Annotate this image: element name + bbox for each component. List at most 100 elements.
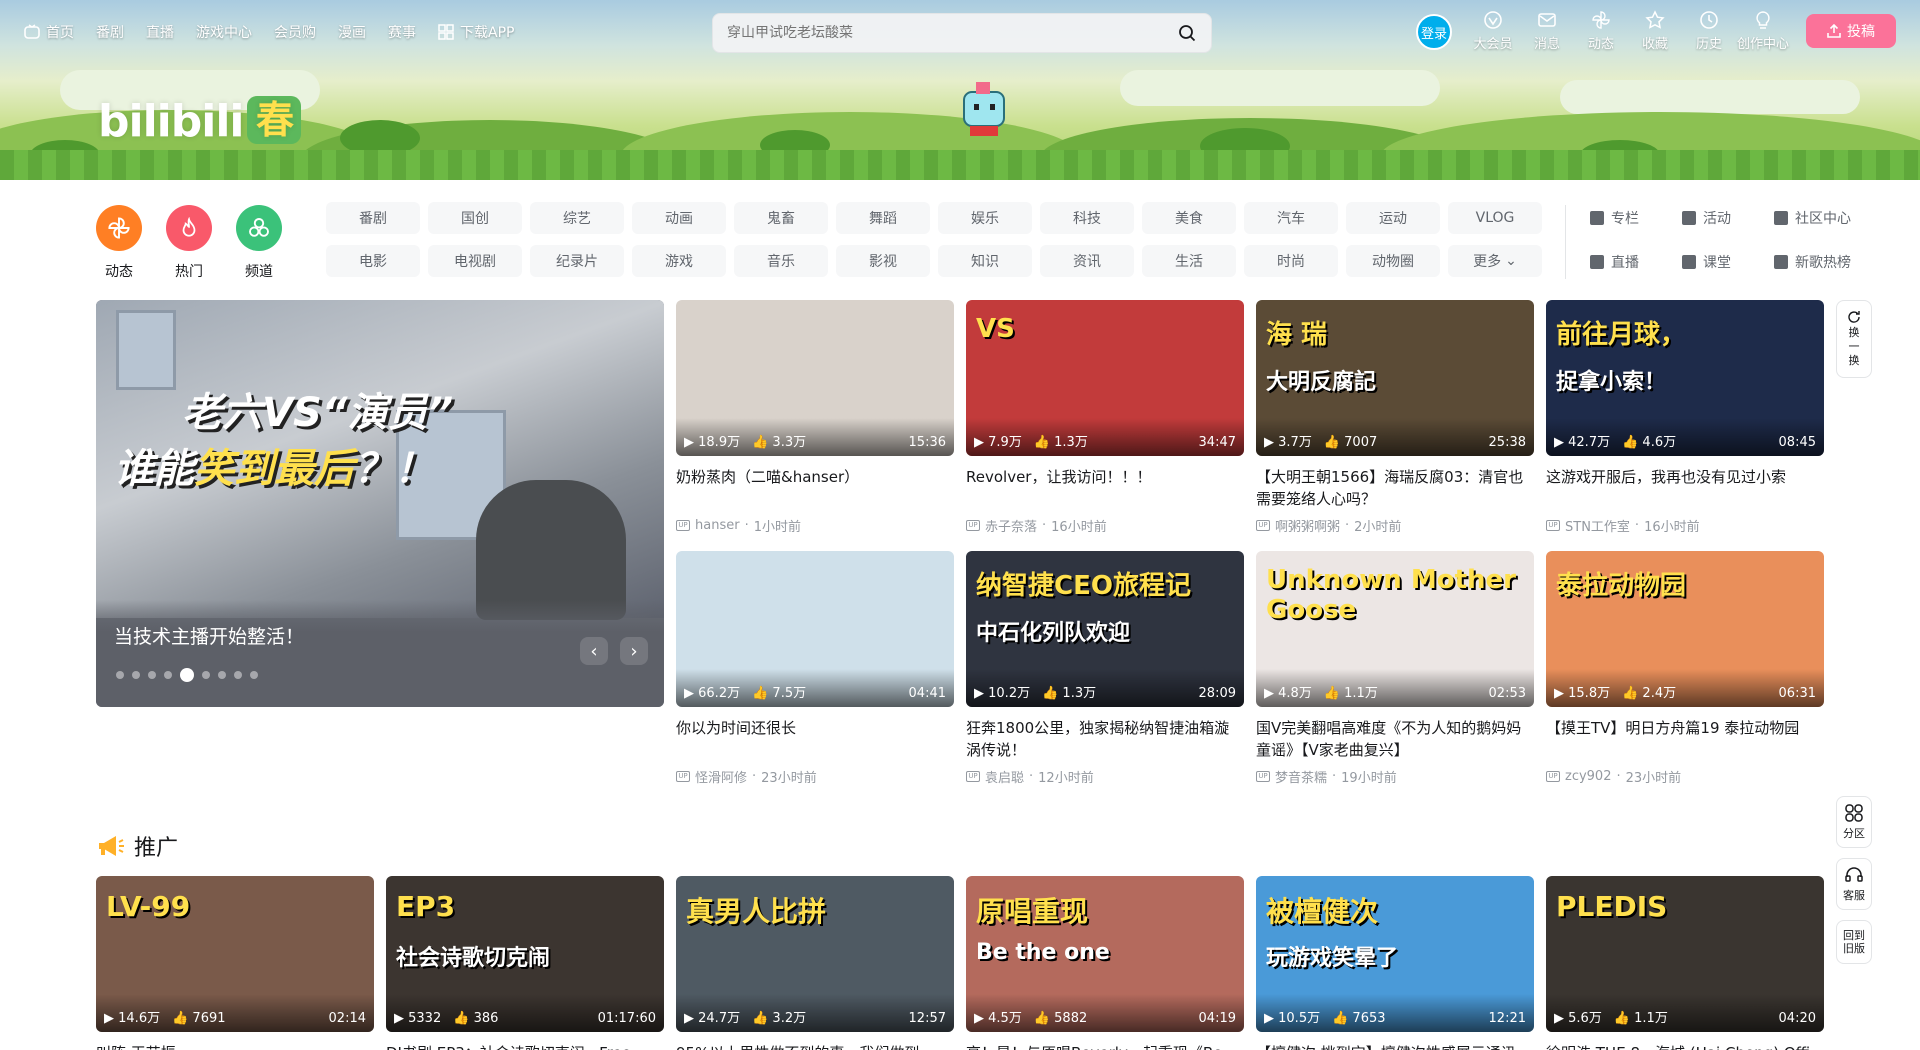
channel-chip[interactable]: 舞蹈 bbox=[836, 202, 930, 234]
video-title[interactable]: 徐明浩 THE 8 - 海城 (Hai Cheng) Offi bbox=[1546, 1042, 1824, 1050]
channel-chip[interactable]: 汽车 bbox=[1244, 202, 1338, 234]
channel-chip[interactable]: 生活 bbox=[1142, 245, 1236, 277]
video-author[interactable]: 啊粥粥啊粥 bbox=[1275, 516, 1340, 535]
link-classroom[interactable]: 课堂 bbox=[1682, 252, 1762, 272]
video-thumbnail[interactable]: ▶ 66.2万 👍 7.5万 04:41 bbox=[676, 551, 954, 707]
video-title[interactable]: 叫阵 王艺振 bbox=[96, 1042, 374, 1050]
nav-manga[interactable]: 漫画 bbox=[338, 22, 366, 42]
video-title[interactable]: 国V完美翻唱高难度《不为人知的鹅妈妈童谣》【V家老曲复兴】 bbox=[1256, 717, 1534, 761]
video-author[interactable]: hanser bbox=[695, 518, 740, 533]
video-title[interactable]: 奶粉蒸肉（二喵&hanser） bbox=[676, 466, 954, 510]
channel-chip[interactable]: 电视剧 bbox=[428, 245, 522, 277]
nav-vip[interactable]: 大会员 bbox=[1466, 10, 1520, 52]
nav-creator-center[interactable]: 创作中心 bbox=[1736, 10, 1790, 52]
video-card[interactable]: VS ▶ 7.9万 👍 1.3万 34:47 Revolver，让我访问！！！ UP 赤子奈… bbox=[966, 300, 1244, 535]
video-title[interactable]: 亮！是！与原唱Beverly一起重现《Be bbox=[966, 1042, 1244, 1050]
carousel-dot[interactable] bbox=[164, 671, 172, 679]
link-live[interactable]: 直播 bbox=[1590, 252, 1670, 272]
video-card[interactable]: 前往月球， 捉拿小索！ ▶ 42.7万 👍 4.6万 08:45 这游戏开服后，我再也没有… bbox=[1546, 300, 1824, 535]
customer-service-button[interactable]: 客服 bbox=[1836, 858, 1872, 910]
video-thumbnail[interactable]: 海 瑞大明反腐記 ▶ 3.7万 👍 7007 25:38 bbox=[1256, 300, 1534, 456]
promo-card[interactable]: PLEDIS ▶ 5.6万 👍 1.1万 04:20 徐明浩 THE 8 - 海城 (H… bbox=[1546, 876, 1824, 1050]
video-thumbnail[interactable]: 纳智捷CEO旅程记 中石化列队欢迎 ▶ 10.2万 👍 1.3万 28:09 bbox=[966, 551, 1244, 707]
video-title[interactable]: 【檀健次 挑到宝】檀健次性感展示通讯 bbox=[1256, 1042, 1534, 1050]
video-thumbnail[interactable]: PLEDIS ▶ 5.6万 👍 1.1万 04:20 bbox=[1546, 876, 1824, 1032]
video-title[interactable]: 狂奔1800公里，独家揭秘纳智捷油箱漩涡传说！ bbox=[966, 717, 1244, 761]
video-card[interactable]: 纳智捷CEO旅程记 中石化列队欢迎 ▶ 10.2万 👍 1.3万 28:09 狂奔1800… bbox=[966, 551, 1244, 786]
video-author[interactable]: 赤子奈落 bbox=[985, 516, 1037, 535]
channel-chip[interactable]: 国创 bbox=[428, 202, 522, 234]
nav-bangumi[interactable]: 番剧 bbox=[96, 22, 124, 42]
channel-hot[interactable]: 热门 bbox=[166, 205, 212, 281]
link-hot-songs[interactable]: 新歌热榜 bbox=[1774, 252, 1874, 272]
nav-mall[interactable]: 会员购 bbox=[274, 22, 316, 42]
carousel-dot[interactable] bbox=[202, 671, 210, 679]
video-title[interactable]: Revolver，让我访问！！！ bbox=[966, 466, 1244, 510]
video-card[interactable]: 海 瑞大明反腐記 ▶ 3.7万 👍 7007 25:38 【大明王朝1566】海瑞反腐0… bbox=[1256, 300, 1534, 535]
video-card[interactable]: 泰拉动物园 ▶ 15.8万 👍 2.4万 06:31 【摸王TV】明日方舟篇19 泰拉动… bbox=[1546, 551, 1824, 786]
video-title[interactable]: 你以为时间还很长 bbox=[676, 717, 954, 761]
nav-live[interactable]: 直播 bbox=[146, 22, 174, 42]
carousel-prev-button[interactable]: ‹ bbox=[580, 637, 608, 665]
promo-card[interactable]: LV-99 ▶ 14.6万 👍 7691 02:14 叫阵 王艺振 bbox=[96, 876, 374, 1050]
video-thumbnail[interactable]: 被檀健次 玩游戏笑晕了 ▶ 10.5万 👍 7653 12:21 bbox=[1256, 876, 1534, 1032]
video-title[interactable]: 这游戏开服后，我再也没有见过小索 bbox=[1546, 466, 1824, 510]
video-author[interactable]: 怪滑阿修 bbox=[695, 767, 747, 786]
video-author[interactable]: STN工作室 bbox=[1565, 516, 1630, 535]
channel-dynamic[interactable]: 动态 bbox=[96, 205, 142, 281]
link-activity[interactable]: 活动 bbox=[1682, 208, 1762, 228]
video-thumbnail[interactable]: Unknown Mother Goose ▶ 4.8万 👍 1.1万 02:53 bbox=[1256, 551, 1534, 707]
channel-chip[interactable]: VLOG bbox=[1448, 202, 1542, 234]
video-thumbnail[interactable]: 泰拉动物园 ▶ 15.8万 👍 2.4万 06:31 bbox=[1546, 551, 1824, 707]
video-title[interactable]: 【摸王TV】明日方舟篇19 泰拉动物园 bbox=[1546, 717, 1824, 761]
carousel-dot[interactable] bbox=[132, 671, 140, 679]
video-thumbnail[interactable]: ▶ 18.9万 👍 3.3万 15:36 bbox=[676, 300, 954, 456]
carousel-next-button[interactable]: › bbox=[620, 637, 648, 665]
video-title[interactable]: DJ书剧 EP3：社会诗歌切克闹 · Free bbox=[386, 1042, 664, 1050]
video-author[interactable]: zcy902 bbox=[1565, 769, 1611, 784]
video-title[interactable]: 【大明王朝1566】海瑞反腐03：清官也需要笼络人心吗？ bbox=[1256, 466, 1534, 510]
nav-history[interactable]: 历史 bbox=[1682, 10, 1736, 52]
video-author[interactable]: 梦音茶糯 bbox=[1275, 767, 1327, 786]
video-card[interactable]: ▶ 66.2万 👍 7.5万 04:41 你以为时间还很长 UP 怪滑阿修 · 23小时前 bbox=[676, 551, 954, 786]
link-community[interactable]: 社区中心 bbox=[1774, 208, 1874, 228]
channel-chip[interactable]: 娱乐 bbox=[938, 202, 1032, 234]
promo-card[interactable]: EP3 社会诗歌切克闹 ▶ 5332 👍 386 01:17:60 DJ书剧 EP3：社会… bbox=[386, 876, 664, 1050]
video-card[interactable]: ▶ 18.9万 👍 3.3万 15:36 奶粉蒸肉（二喵&hanser） UP hanse… bbox=[676, 300, 954, 535]
channel-chip[interactable]: 时尚 bbox=[1244, 245, 1338, 277]
search-button[interactable] bbox=[1167, 17, 1207, 49]
carousel-dot-active[interactable] bbox=[180, 668, 194, 682]
channel-chip[interactable]: 综艺 bbox=[530, 202, 624, 234]
channel-chip[interactable]: 资讯 bbox=[1040, 245, 1134, 277]
video-thumbnail[interactable]: 原唱重现 Be the one ▶ 4.5万 👍 5882 04:19 bbox=[966, 876, 1244, 1032]
promo-card[interactable]: 被檀健次玩游戏笑晕了 ▶ 10.5万 👍 7653 12:21 【檀健次 挑到宝】檀健次… bbox=[1256, 876, 1534, 1050]
channel-chip[interactable]: 游戏 bbox=[632, 245, 726, 277]
link-column[interactable]: 专栏 bbox=[1590, 208, 1670, 228]
promo-card[interactable]: 原唱重现 Be the one ▶ 4.5万 👍 5882 04:19 亮！是！与原唱Be… bbox=[966, 876, 1244, 1050]
login-button[interactable]: 登录 bbox=[1416, 14, 1452, 50]
more-channels-button[interactable]: 更多 ⌄ bbox=[1448, 245, 1542, 277]
nav-dynamic[interactable]: 动态 bbox=[1574, 10, 1628, 52]
refresh-button[interactable]: 换一换 bbox=[1836, 300, 1872, 378]
upload-button[interactable]: 投稿 bbox=[1806, 14, 1896, 48]
bilibili-logo[interactable]: bilibili 春 bbox=[98, 96, 302, 147]
carousel-title[interactable]: 当技术主播开始整活！ bbox=[114, 622, 304, 649]
channel-chip[interactable]: 美食 bbox=[1142, 202, 1236, 234]
channel-chip[interactable]: 运动 bbox=[1346, 202, 1440, 234]
channel-chip[interactable]: 纪录片 bbox=[530, 245, 624, 277]
video-author[interactable]: 袁启聪 bbox=[985, 767, 1024, 786]
partition-button[interactable]: 分区 bbox=[1836, 796, 1872, 848]
promo-card[interactable]: 真男人比拼 ▶ 24.7万 👍 3.2万 12:57 95%以上男性做不到的事，我们做到 bbox=[676, 876, 954, 1050]
channel-chip[interactable]: 音乐 bbox=[734, 245, 828, 277]
video-thumbnail[interactable]: 前往月球， 捉拿小索！ ▶ 42.7万 👍 4.6万 08:45 bbox=[1546, 300, 1824, 456]
channel-chip[interactable]: 番剧 bbox=[326, 202, 420, 234]
carousel-dot[interactable] bbox=[218, 671, 226, 679]
carousel-dot[interactable] bbox=[250, 671, 258, 679]
carousel-dot[interactable] bbox=[116, 671, 124, 679]
nav-download-app[interactable]: 下载APP bbox=[438, 22, 514, 42]
video-title[interactable]: 95%以上男性做不到的事，我们做到 bbox=[676, 1042, 954, 1050]
nav-message[interactable]: 消息 bbox=[1520, 10, 1574, 52]
nav-home[interactable]: 首页 bbox=[24, 22, 74, 42]
video-thumbnail[interactable]: EP3 社会诗歌切克闹 ▶ 5332 👍 386 01:17:60 bbox=[386, 876, 664, 1032]
channel-chip[interactable]: 科技 bbox=[1040, 202, 1134, 234]
